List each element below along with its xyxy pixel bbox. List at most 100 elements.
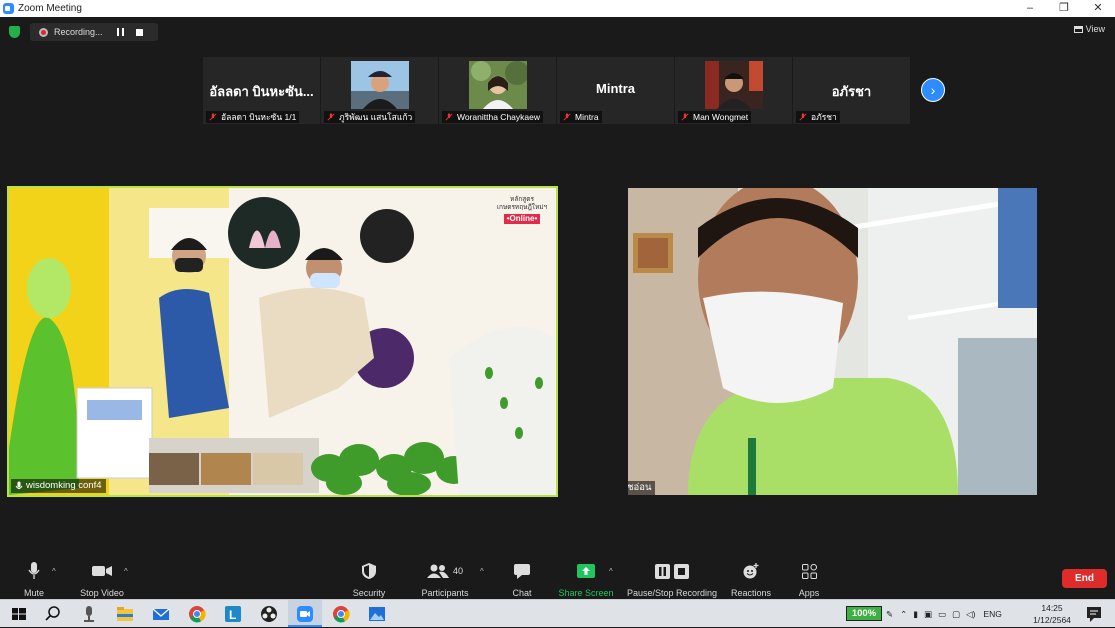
participant-tile[interactable]: อภัรชา อภัรชา <box>793 57 911 124</box>
muted-mic-icon <box>799 113 807 121</box>
participants-button[interactable]: 40 Participants <box>418 561 472 598</box>
participants-icon <box>426 564 449 578</box>
muted-mic-icon <box>209 113 217 121</box>
mute-button[interactable]: Mute <box>18 561 50 598</box>
view-button-label: View <box>1085 24 1105 34</box>
participant-caption: ภูริพัฒน แสนโสแก้ว <box>324 111 416 123</box>
mail-icon[interactable] <box>152 605 170 623</box>
meeting-stage: Recording... View อัลลดา บินหะซัน... อัล… <box>0 17 1115 557</box>
participant-video-feed <box>705 61 763 109</box>
mute-options-chevron-icon[interactable]: ^ <box>52 567 56 576</box>
zoom-logo-icon <box>3 3 14 14</box>
participant-display-name: อัลลดา บินหะซัน... <box>209 84 314 99</box>
security-shield-icon[interactable] <box>9 26 20 38</box>
participant-caption: Man Wongmet <box>678 111 752 123</box>
participant-video[interactable]: จุฑารัตน์ ธรัชอ่อน <box>628 188 1037 495</box>
taskbar-clock[interactable]: 14:25 1/12/2564 <box>1027 602 1077 626</box>
chat-button[interactable]: Chat <box>506 561 538 598</box>
microphone-icon <box>28 562 40 579</box>
next-page-arrow-icon[interactable]: › <box>921 78 945 102</box>
chrome-profile-icon[interactable] <box>332 605 350 623</box>
pause-stop-icon <box>655 563 689 579</box>
microphone-tray-icon[interactable]: ▮ <box>913 609 918 620</box>
participant-thumbnail-strip: อัลลดา บินหะซัน... อัลลดา บินหะซัน 1/1 ภ… <box>203 57 911 124</box>
stop-recording-button[interactable] <box>135 28 143 36</box>
volume-icon[interactable]: ◁) <box>966 609 975 620</box>
participant-display-name: Mintra <box>596 81 635 96</box>
share-screen-button[interactable]: Share Screen <box>558 561 614 598</box>
reactions-button[interactable]: Reactions <box>728 561 774 598</box>
windows-start-icon[interactable] <box>10 605 28 623</box>
show-hidden-icons-chevron-icon[interactable]: ⌃ <box>900 609 907 620</box>
share-options-chevron-icon[interactable]: ^ <box>609 567 613 576</box>
zoom-percent-indicator[interactable]: 100% <box>846 606 882 621</box>
recording-dot-icon <box>39 27 48 37</box>
participant-video-feed <box>469 61 527 109</box>
course-banner: หลักสูตร เกษตรทฤษฎีใหม่ฯ •Online• <box>496 196 548 224</box>
video-caption: จุฑารัตน์ ธรัชอ่อน <box>628 481 656 495</box>
meeting-toolbar: Mute ^ Stop Video ^ Security 40 Particip… <box>0 557 1115 599</box>
maximize-button[interactable]: ❐ <box>1047 0 1081 17</box>
window-controls: – ❐ ✕ <box>1013 0 1115 17</box>
shield-icon <box>362 563 376 579</box>
photos-icon[interactable] <box>368 605 386 623</box>
video-feed-office <box>628 188 1037 495</box>
video-caption: wisdomking conf4 <box>11 479 106 493</box>
participant-tile[interactable]: อัลลดา บินหะซัน... อัลลดา บินหะซัน 1/1 <box>203 57 321 124</box>
smiley-icon <box>743 563 759 579</box>
obs-icon[interactable] <box>260 605 278 623</box>
file-explorer-icon[interactable] <box>116 605 134 623</box>
share-screen-icon <box>577 564 595 578</box>
line-app-icon[interactable]: L <box>224 605 242 623</box>
video-feed-booth <box>9 188 556 495</box>
apps-button[interactable]: Apps <box>792 561 826 598</box>
view-grid-icon <box>1073 25 1083 33</box>
search-icon[interactable] <box>44 605 62 623</box>
security-button[interactable]: Security <box>348 561 390 598</box>
apps-icon <box>801 563 817 579</box>
active-speaker-video[interactable]: หลักสูตร เกษตรทฤษฎีใหม่ฯ •Online• wisdom… <box>7 186 558 497</box>
window-title: Zoom Meeting <box>18 3 82 14</box>
participant-tile[interactable]: Mintra Mintra <box>557 57 675 124</box>
system-tray: ✎ ⌃ ▮ ▣ ▭ ▢ ◁) ENG <box>886 600 1002 628</box>
participant-caption: Mintra <box>560 111 602 123</box>
pause-stop-recording-button[interactable]: Pause/Stop Recording <box>626 561 718 598</box>
microphone-app-icon[interactable] <box>80 605 98 623</box>
svg-text:L: L <box>229 608 236 622</box>
muted-mic-icon <box>681 113 689 121</box>
window-title-bar: Zoom Meeting – ❐ ✕ <box>0 0 1115 17</box>
recording-label: Recording... <box>54 27 103 37</box>
participants-options-chevron-icon[interactable]: ^ <box>480 567 484 576</box>
video-camera-icon <box>92 566 112 576</box>
notification-center-icon[interactable] <box>1085 605 1103 623</box>
end-meeting-button[interactable]: End <box>1062 569 1107 588</box>
participant-tile[interactable]: Woranittha Chaykaew <box>439 57 557 124</box>
participant-tile[interactable]: Man Wongmet <box>675 57 793 124</box>
clock-time: 14:25 <box>1041 603 1063 613</box>
windows-taskbar: L 100% ✎ ⌃ ▮ ▣ ▭ ▢ ◁) ENG 14:25 1/12/256… <box>0 599 1115 627</box>
chrome-icon[interactable] <box>188 605 206 623</box>
participant-caption: อัลลดา บินหะซัน 1/1 <box>206 111 300 123</box>
recording-indicator: Recording... <box>30 23 158 41</box>
participant-video-feed <box>351 61 409 109</box>
muted-mic-icon <box>327 113 335 121</box>
participant-display-name: อภัรชา <box>831 84 872 99</box>
view-button[interactable]: View <box>1073 24 1105 34</box>
participant-caption: อภัรชา <box>796 111 840 123</box>
battery-icon[interactable]: ▭ <box>938 609 946 620</box>
zoom-icon <box>297 606 313 622</box>
participant-tile[interactable]: ภูริพัฒน แสนโสแก้ว <box>321 57 439 124</box>
language-indicator[interactable]: ENG <box>983 609 1001 619</box>
close-button[interactable]: ✕ <box>1081 0 1115 17</box>
screen-tray-icon[interactable]: ▣ <box>924 609 932 620</box>
minimize-button[interactable]: – <box>1013 0 1047 17</box>
muted-mic-icon <box>445 113 453 121</box>
unmuted-mic-icon <box>15 481 23 489</box>
pen-icon[interactable]: ✎ <box>886 609 893 620</box>
stop-video-button[interactable]: Stop Video <box>76 561 128 598</box>
muted-mic-icon <box>563 113 571 121</box>
pause-recording-button[interactable] <box>116 28 124 36</box>
zoom-taskbar-active[interactable] <box>288 600 322 627</box>
video-options-chevron-icon[interactable]: ^ <box>124 567 128 576</box>
network-icon[interactable]: ▢ <box>952 609 960 620</box>
